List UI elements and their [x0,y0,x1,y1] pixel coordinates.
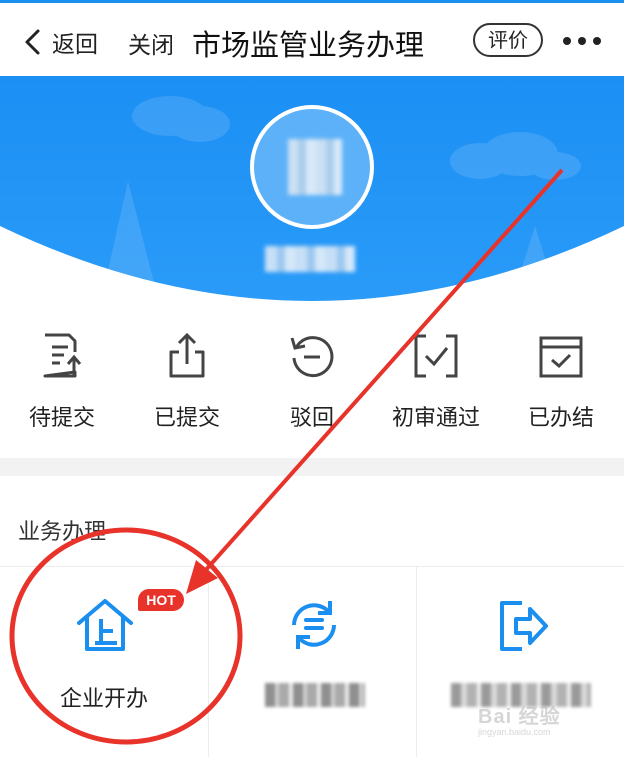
page-title: 市场监管业务办理 [192,28,425,62]
more-menu-button[interactable] [563,37,601,45]
back-label: 返回 [52,32,98,58]
top-navigation-bar: 返回 关闭 市场监管业务办理 评价 [0,0,624,76]
avatar-image [288,139,342,195]
status-pending-submit[interactable]: 待提交 [0,330,124,432]
enterprise-setup-item[interactable]: HOT 企业开办 [0,567,208,757]
user-avatar[interactable] [250,105,374,229]
status-label: 初审通过 [391,406,480,431]
calendar-check-icon [539,336,583,378]
watermark-sub: jingyan.baidu.com [478,727,551,737]
status-label: 已办结 [527,406,594,431]
share-upload-icon [169,332,205,378]
hot-badge: HOT [138,589,184,611]
watermark-text: Bai 经验 [478,706,561,728]
document-upload-icon [43,333,82,378]
rotate-reject-icon [290,336,334,378]
rate-button[interactable]: 评价 [473,23,543,57]
status-rejected[interactable]: 驳回 [250,330,374,432]
back-button[interactable]: 返回 [22,25,98,59]
close-button[interactable]: 关闭 [128,26,174,60]
status-submitted[interactable]: 已提交 [125,330,249,432]
business-item-label: 企业开办 [59,687,148,712]
exit-arrow-icon [500,601,548,651]
dot-icon [563,37,571,45]
section-title: 业务办理 [18,520,107,545]
status-preliminary-approved[interactable]: 初审通过 [374,330,498,432]
status-completed[interactable]: 已办结 [499,330,623,432]
dot-icon [578,37,586,45]
house-enterprise-icon [77,599,133,651]
profile-banner [0,76,624,310]
user-name-redacted [265,246,355,272]
business-item-label-redacted [265,683,365,707]
status-label: 待提交 [28,406,95,431]
business-change-item[interactable] [208,567,417,757]
application-status-row: 待提交 已提交 驳回 初审通过 已办结 [0,330,624,440]
status-label: 已提交 [153,406,220,431]
watermark: Bai 经验 jingyan.baidu.com [478,700,561,737]
check-bracket-icon [414,334,458,378]
section-divider [0,458,624,476]
status-label: 驳回 [289,406,334,431]
dot-icon [593,37,601,45]
refresh-change-icon [292,601,336,649]
chevron-left-icon [25,29,40,55]
